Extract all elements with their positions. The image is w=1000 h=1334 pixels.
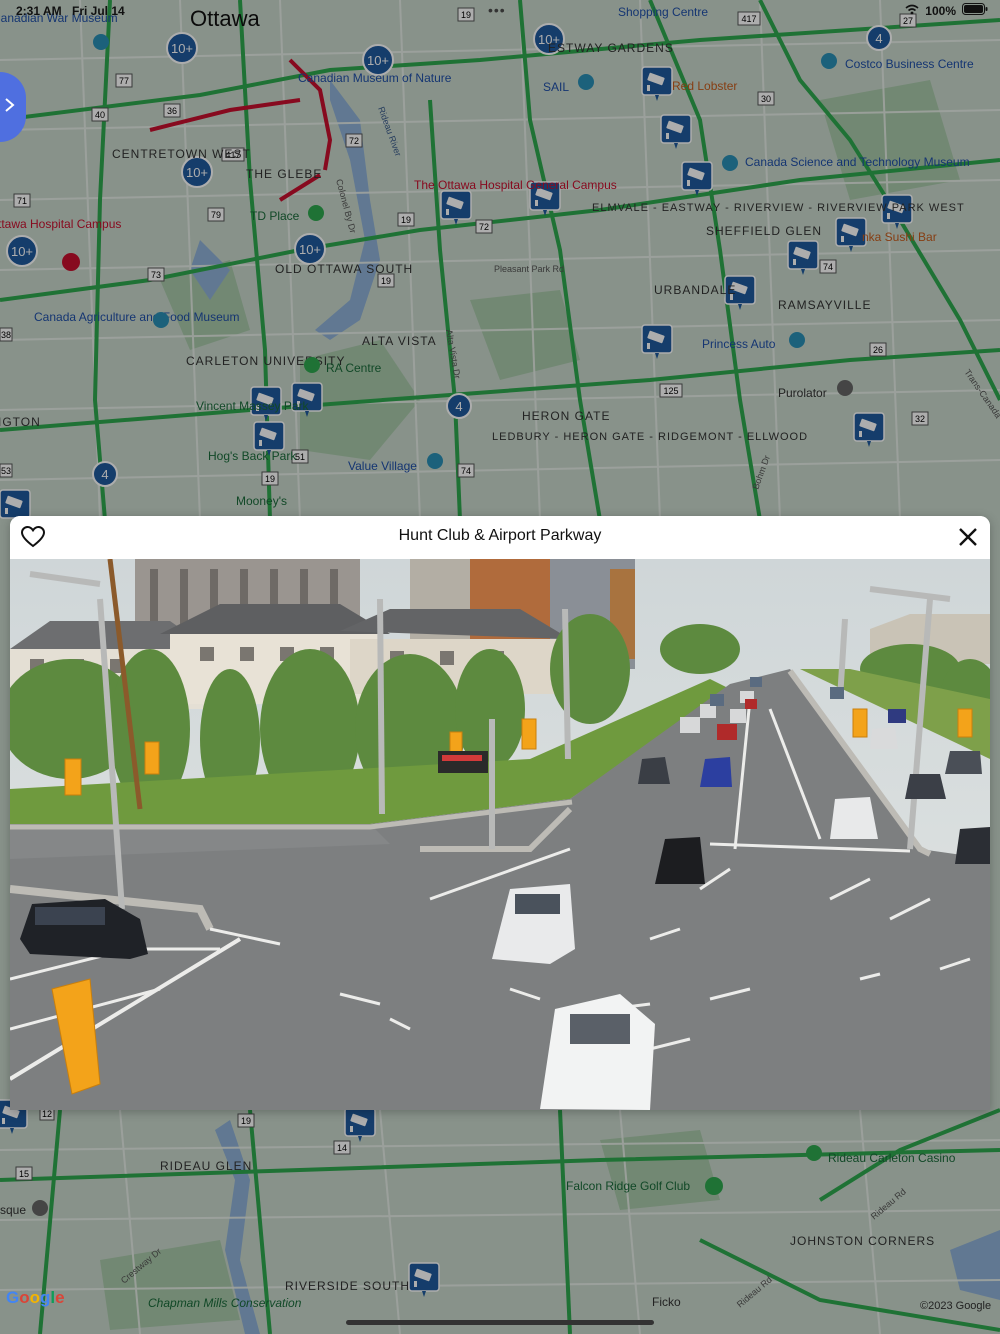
car-dark-left [638,757,670,784]
camera-title: Hunt Club & Airport Parkway [398,527,602,544]
status-bar: 2:31 AM Fri Jul 14 ••• 100% [0,0,1000,24]
status-time: 2:31 AM [16,4,62,18]
close-button[interactable] [956,525,980,549]
chevron-right-icon [4,97,16,118]
car-white-mid [870,727,898,749]
car-white-right [830,797,878,839]
car-dark-far-right [955,827,990,864]
car-white-sedan [540,994,655,1110]
car-grey-2 [945,751,982,774]
car-blue [700,757,732,787]
battery-icon [962,3,988,18]
multitasking-dots-icon[interactable]: ••• [488,2,506,18]
status-date: Fri Jul 14 [72,4,125,18]
signboard [438,751,488,773]
status-indicators: 100% [905,3,988,18]
car-grey-right [905,774,946,799]
wifi-icon [905,4,919,18]
battery-percent: 100% [925,3,956,18]
camera-card: Hunt Club & Airport Parkway [10,516,990,1110]
camera-image[interactable] [10,559,990,1110]
map-copyright: ©2023 Google [920,1300,992,1312]
camera-card-header: Hunt Club & Airport Parkway [10,516,990,559]
google-logo: Google [6,1288,65,1307]
close-icon [959,528,977,546]
home-indicator[interactable] [346,1320,654,1325]
